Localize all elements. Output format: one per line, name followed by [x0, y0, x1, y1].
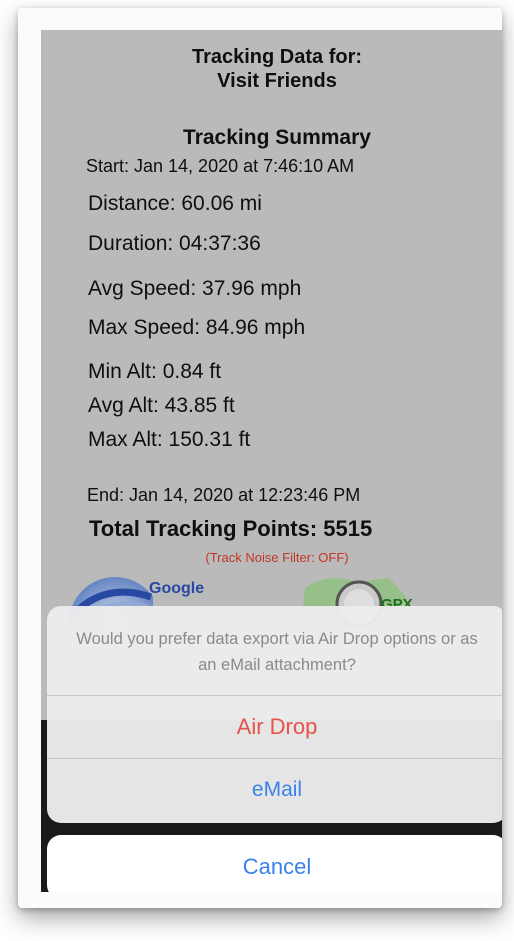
cancel-sheet: Cancel: [47, 835, 502, 892]
export-action-sheet: Would you prefer data export via Air Dro…: [47, 606, 502, 823]
email-button[interactable]: eMail: [47, 759, 502, 821]
air-drop-button[interactable]: Air Drop: [47, 696, 502, 758]
screenshot-frame: Tracking Data for: Visit Friends Trackin…: [18, 8, 502, 908]
app-screen: Tracking Data for: Visit Friends Trackin…: [41, 30, 502, 892]
action-sheet-message: Would you prefer data export via Air Dro…: [76, 630, 478, 674]
cancel-button[interactable]: Cancel: [47, 835, 502, 892]
